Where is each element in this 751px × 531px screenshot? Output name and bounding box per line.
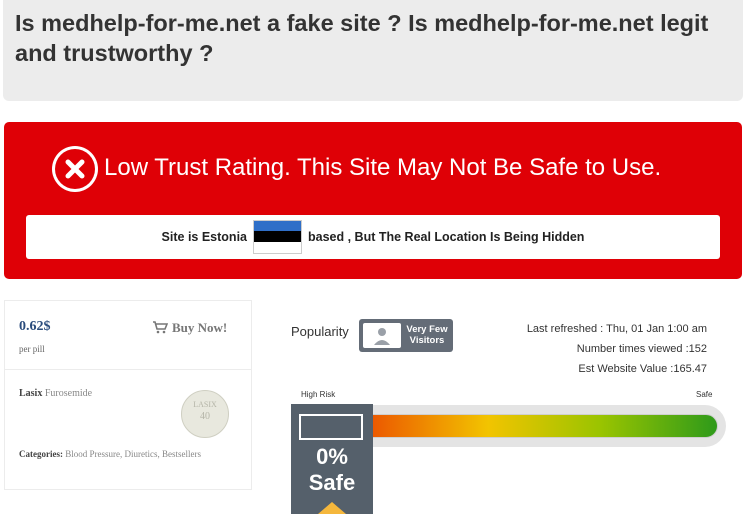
error-x-icon	[52, 146, 98, 192]
marker-notch	[318, 502, 346, 514]
safety-score-marker: 0% Safe	[291, 404, 373, 514]
estonia-flag-icon	[253, 219, 302, 254]
times-viewed: Number times viewed :152	[576, 343, 707, 355]
user-icon	[363, 323, 401, 348]
popularity-label: Popularity	[291, 324, 349, 339]
location-box: Site is Estonia based , But The Real Loca…	[26, 215, 720, 259]
drug-categories: Categories: Blood Pressure, Diuretics, B…	[19, 449, 201, 459]
last-refreshed: Last refreshed : Thu, 01 Jan 1:00 am	[526, 323, 707, 335]
location-suffix: based , But The Real Location Is Being H…	[308, 230, 585, 244]
safety-status: Safe	[308, 470, 356, 495]
site-stats: Last refreshed : Thu, 01 Jan 1:00 am Num…	[527, 319, 707, 379]
price-row: 0.62$ per pill Buy Now!	[4, 300, 252, 370]
popularity-value: Very Few Visitors	[406, 324, 448, 346]
page-title: Is medhelp-for-me.net a fake site ? Is m…	[15, 10, 709, 66]
est-website-value: Est Website Value :165.47	[578, 363, 707, 375]
gauge-label-high-risk: High Risk	[301, 390, 336, 399]
trust-headline: Low Trust Rating. This Site May Not Be S…	[104, 154, 662, 181]
trust-alert-banner: Low Trust Rating. This Site May Not Be S…	[4, 122, 742, 279]
buy-now-label: Buy Now!	[172, 320, 228, 335]
title-panel: Is medhelp-for-me.net a fake site ? Is m…	[3, 0, 743, 101]
location-prefix: Site is Estonia	[161, 230, 247, 244]
product-details: Lasix Furosemide LASIX 40 Categories: Bl…	[4, 370, 252, 490]
marker-window	[299, 414, 363, 440]
pill-image: LASIX 40	[181, 390, 229, 438]
safety-percent: 0%	[316, 444, 348, 469]
price-unit: per pill	[19, 344, 45, 354]
cart-icon	[152, 321, 169, 338]
gauge-label-safe: Safe	[696, 390, 713, 399]
drug-name: Lasix Furosemide	[19, 388, 93, 399]
buy-now-button[interactable]: Buy Now!	[152, 320, 227, 338]
popularity-badge: Very Few Visitors	[359, 319, 453, 352]
product-price: 0.62$	[19, 319, 51, 334]
product-ad: 0.62$ per pill Buy Now! Lasix Furosemide…	[4, 300, 252, 490]
